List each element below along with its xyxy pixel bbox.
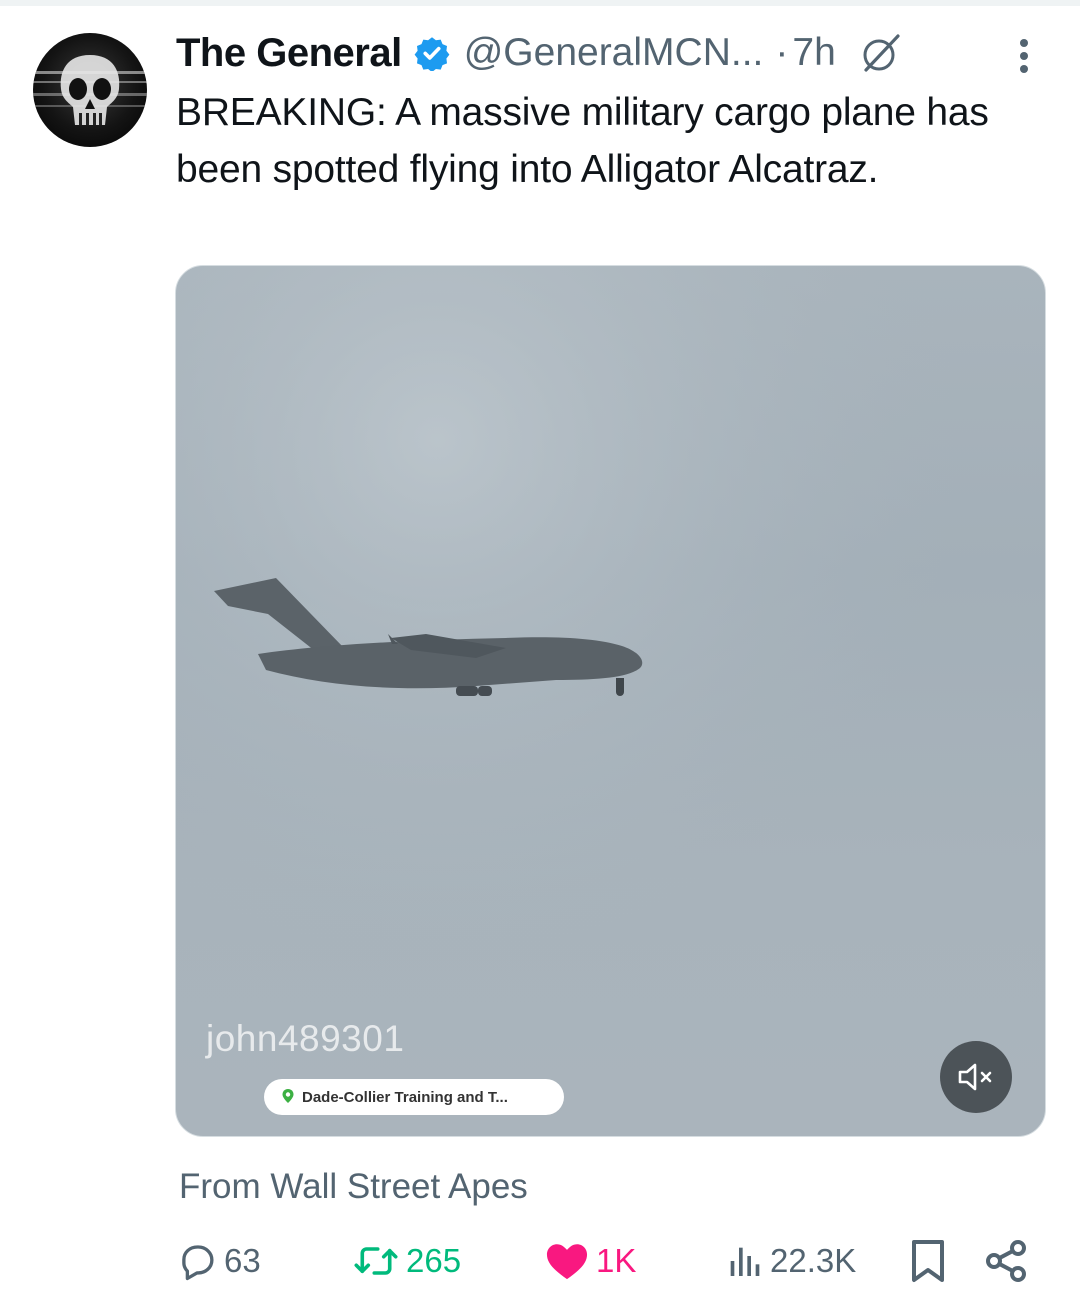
repost-button[interactable]: 265 <box>352 1233 461 1289</box>
volume-muted-icon <box>958 1063 992 1091</box>
share-icon[interactable] <box>982 1237 1030 1285</box>
post-header: The General @GeneralMCN... · 7h <box>176 28 1046 78</box>
more-options-icon[interactable] <box>1012 36 1036 76</box>
repost-count: 265 <box>406 1242 462 1279</box>
reply-icon <box>182 1245 214 1281</box>
like-button[interactable]: 1K <box>544 1233 636 1289</box>
heart-icon <box>546 1244 588 1280</box>
views-chart-icon <box>730 1247 760 1276</box>
location-tag-label: Dade-Collier Training and T... <box>302 1088 508 1106</box>
post-video[interactable]: john489301 Dade-Collier Training and T..… <box>175 265 1046 1137</box>
views-count: 22.3K <box>770 1242 857 1279</box>
top-divider <box>0 0 1080 6</box>
media-source[interactable]: From Wall Street Apes <box>179 1167 528 1207</box>
author-handle[interactable]: @GeneralMCN... <box>464 31 764 75</box>
post-text: BREAKING: A massive military cargo plane… <box>176 91 989 191</box>
author-avatar[interactable] <box>33 33 147 147</box>
mute-button[interactable] <box>940 1041 1012 1113</box>
video-watermark: john489301 <box>206 1018 405 1059</box>
location-pin-icon <box>282 1089 294 1103</box>
author-name[interactable]: The General <box>176 31 402 76</box>
views-button[interactable]: 22.3K <box>724 1233 856 1289</box>
grok-icon[interactable] <box>858 30 904 76</box>
reply-count: 63 <box>224 1242 261 1279</box>
like-count: 1K <box>596 1242 637 1279</box>
repost-icon <box>354 1247 398 1275</box>
bookmark-icon[interactable] <box>906 1237 950 1285</box>
verified-badge-icon <box>414 37 450 71</box>
post-timestamp[interactable]: 7h <box>792 31 835 75</box>
location-tag: Dade-Collier Training and T... <box>264 1079 564 1115</box>
reply-button[interactable]: 63 <box>176 1233 261 1289</box>
separator-dot: · <box>775 31 789 74</box>
cargo-plane-image <box>176 266 1045 1136</box>
skull-avatar-icon <box>33 55 147 125</box>
action-bar: 63 265 1K 22.3K <box>176 1233 1036 1289</box>
